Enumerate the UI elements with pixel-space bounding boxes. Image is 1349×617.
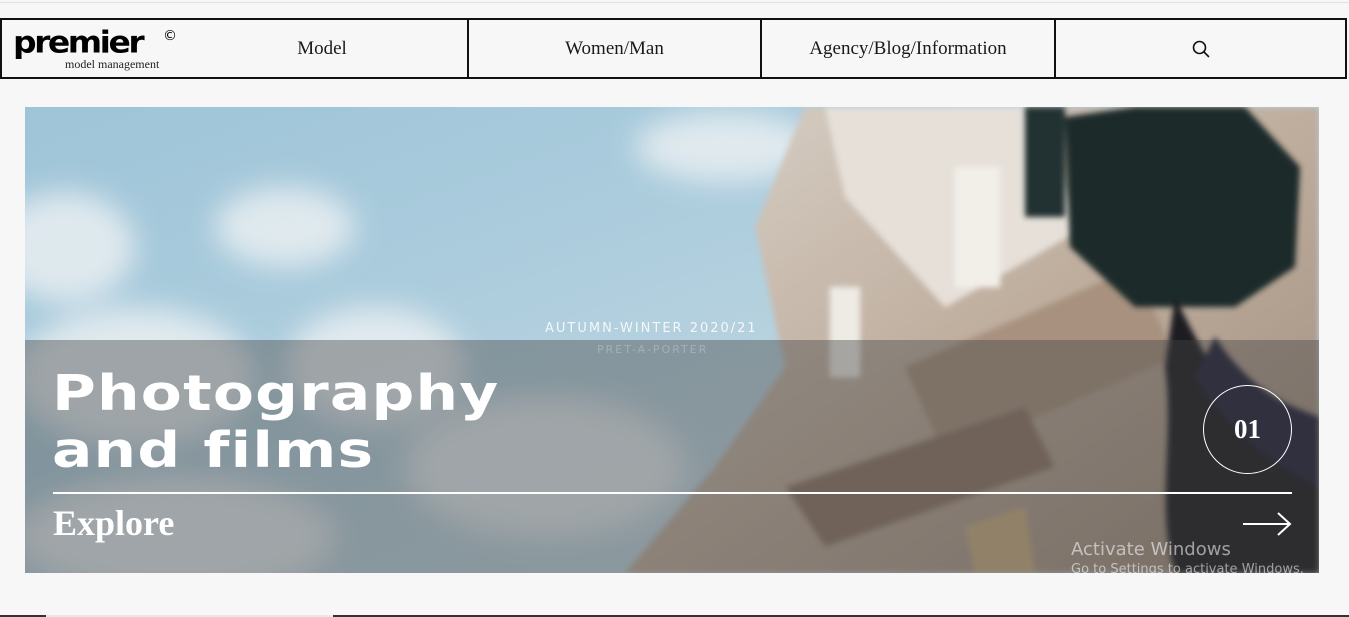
hero-divider (53, 492, 1292, 494)
nav-item-model[interactable]: Model (177, 20, 467, 77)
slide-counter: 01 (1203, 385, 1292, 474)
logo-wordmark: premier (13, 24, 145, 60)
watermark-subtitle: Go to Settings to activate Windows. (1071, 562, 1304, 577)
explore-link[interactable]: Explore (53, 502, 174, 544)
logo-subtitle: model management (65, 57, 160, 71)
copyright-mark: © (163, 28, 177, 44)
windows-activation-watermark: Activate Windows Go to Settings to activ… (1071, 539, 1304, 577)
hero-headline: Photography and films (52, 365, 499, 479)
nav-item-label: Women/Man (565, 37, 664, 59)
arrow-right-icon[interactable] (1242, 510, 1292, 538)
main-navigation: premier © model management Model Women/M… (0, 18, 1347, 79)
hero-video-banner[interactable]: AUTUMN-WINTER 2020/21 PRET-A-PORTER Phot… (25, 107, 1319, 573)
logo-cell[interactable]: premier © model management (2, 20, 177, 77)
top-divider (0, 2, 1349, 3)
watermark-title: Activate Windows (1071, 539, 1231, 560)
search-button[interactable] (1054, 20, 1345, 77)
search-icon (1192, 40, 1209, 57)
premier-logo[interactable]: premier © model management (13, 24, 178, 73)
video-caption: AUTUMN-WINTER 2020/21 (545, 321, 758, 336)
nav-item-label: Model (297, 37, 347, 59)
nav-item-women-man[interactable]: Women/Man (467, 20, 760, 77)
headline-line-2: and films (52, 422, 375, 479)
nav-item-agency-blog-information[interactable]: Agency/Blog/Information (760, 20, 1054, 77)
headline-line-1: Photography (52, 365, 500, 422)
video-subcaption: PRET-A-PORTER (597, 343, 709, 356)
slide-number: 01 (1234, 414, 1261, 444)
nav-item-label: Agency/Blog/Information (809, 37, 1007, 59)
